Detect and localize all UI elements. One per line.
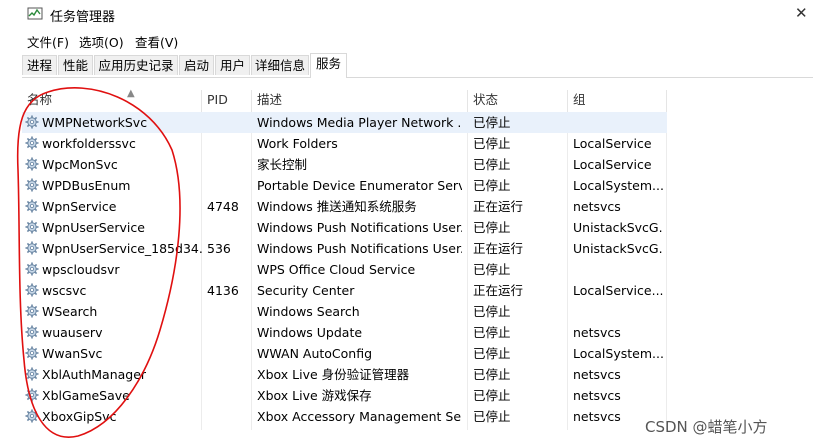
red-annotation-circle [16,87,181,438]
watermark: CSDN @蜡笔小方 [645,418,768,436]
